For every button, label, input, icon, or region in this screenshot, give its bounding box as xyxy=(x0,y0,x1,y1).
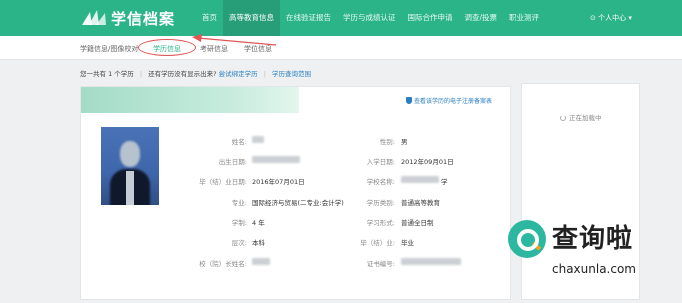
sub-nav: 学籍信息/图像校对 学历信息 考研信息 学位信息 xyxy=(0,36,682,60)
nav-higher-education[interactable]: 高等教育信息 xyxy=(223,0,280,36)
field-label-school: 学校名称: xyxy=(366,178,395,186)
view-registration-link[interactable]: 查看该学历的电子注册备案表 xyxy=(406,96,492,105)
redacted-president xyxy=(252,258,270,265)
query-scope-link[interactable]: 学历查询范围 xyxy=(272,70,311,78)
field-label-birth: 出生日期: xyxy=(218,158,247,166)
view-registration-label: 查看该学历的电子注册备案表 xyxy=(414,98,493,105)
field-label-duration: 学制: xyxy=(231,219,247,227)
redacted-certificate xyxy=(401,258,461,265)
field-value-gender: 男 xyxy=(401,138,408,146)
field-label-category: 学历类别: xyxy=(366,199,395,207)
shield-icon xyxy=(406,97,412,104)
loading-text: 正在加载中 xyxy=(569,114,602,122)
book-logo-icon xyxy=(82,10,106,25)
field-value-school: 学 xyxy=(441,178,448,186)
field-label-certificate: 证书编号: xyxy=(366,260,395,268)
degree-count-text: 您一共有 1 个学历 xyxy=(80,70,134,78)
separator: | xyxy=(263,70,266,78)
field-label-study-form: 学习形式: xyxy=(366,219,395,227)
nav-international[interactable]: 国际合作申请 xyxy=(402,0,459,36)
nav-online-report[interactable]: 在线验证报告 xyxy=(280,0,337,36)
field-label-major: 专业: xyxy=(231,199,247,207)
field-label-enrollment: 入学日期: xyxy=(366,158,395,166)
watermark-url: chaxunla.com xyxy=(552,262,636,276)
nav-survey[interactable]: 调查/投票 xyxy=(459,0,504,36)
tab-student-status[interactable]: 学籍信息/图像校对 xyxy=(80,44,138,54)
watermark-logo: 查询啦 chaxunla.com xyxy=(508,218,682,303)
redacted-school xyxy=(401,176,439,183)
nav-certification[interactable]: 学历与成绩认证 xyxy=(337,0,402,36)
top-navbar: 学信档案 首页 高等教育信息 在线验证报告 学历与成绩认证 国际合作申请 调查/… xyxy=(0,0,682,36)
id-photo xyxy=(101,127,159,205)
bind-degree-link[interactable]: 尝试绑定学历 xyxy=(219,70,258,78)
field-label-gender: 性别: xyxy=(379,138,395,146)
nav-home[interactable]: 首页 xyxy=(196,0,223,36)
field-value-level: 本科 xyxy=(252,239,265,247)
degree-count-line: 您一共有 1 个学历 | 还有学历没有显示出来? 尝试绑定学历 | 学历查询范围 xyxy=(80,68,311,78)
field-value-major: 国际经济与贸易(二专业:会计学) xyxy=(252,199,344,207)
loading-indicator: 正在加载中 xyxy=(560,112,602,122)
separator: | xyxy=(139,70,143,78)
field-label-graduation: 毕（结）业: xyxy=(360,239,395,247)
card-banner xyxy=(81,87,299,113)
spinner-icon xyxy=(560,115,566,121)
field-label-level: 层次: xyxy=(231,239,247,247)
magnifier-icon xyxy=(508,220,546,258)
user-center-menu[interactable]: ⊙ 个人中心 ▾ xyxy=(590,0,632,36)
field-label-president: 校（院）长姓名: xyxy=(199,260,247,268)
field-label-graduation-date: 毕（结）业日期: xyxy=(199,178,247,186)
field-value-graduation-date: 2016年07月01日 xyxy=(252,178,305,186)
field-value-enrollment: 2012年09月01日 xyxy=(401,158,454,166)
annotation-circle xyxy=(138,39,196,56)
main-nav: 首页 高等教育信息 在线验证报告 学历与成绩认证 国际合作申请 调查/投票 职业… xyxy=(196,0,545,36)
field-value-category: 普通高等教育 xyxy=(401,199,440,207)
annotation-arrow-icon xyxy=(192,34,277,46)
missing-degree-text: 还有学历没有显示出来? xyxy=(148,70,217,78)
field-value-graduation: 毕业 xyxy=(401,239,414,247)
redacted-birth xyxy=(252,156,300,163)
field-value-study-form: 普通全日制 xyxy=(401,219,434,227)
degree-card: 查看该学历的电子注册备案表 姓名: 出生日期: 毕（结）业日期: 专业: 学制:… xyxy=(80,86,511,300)
logo[interactable]: 学信档案 xyxy=(80,8,175,28)
redacted-name xyxy=(252,136,264,143)
field-label-name: 姓名: xyxy=(231,138,247,146)
nav-career[interactable]: 职业测评 xyxy=(503,0,545,36)
logo-text: 学信档案 xyxy=(111,9,176,28)
field-value-duration: 4 年 xyxy=(252,219,265,227)
watermark-title: 查询啦 xyxy=(552,224,634,254)
